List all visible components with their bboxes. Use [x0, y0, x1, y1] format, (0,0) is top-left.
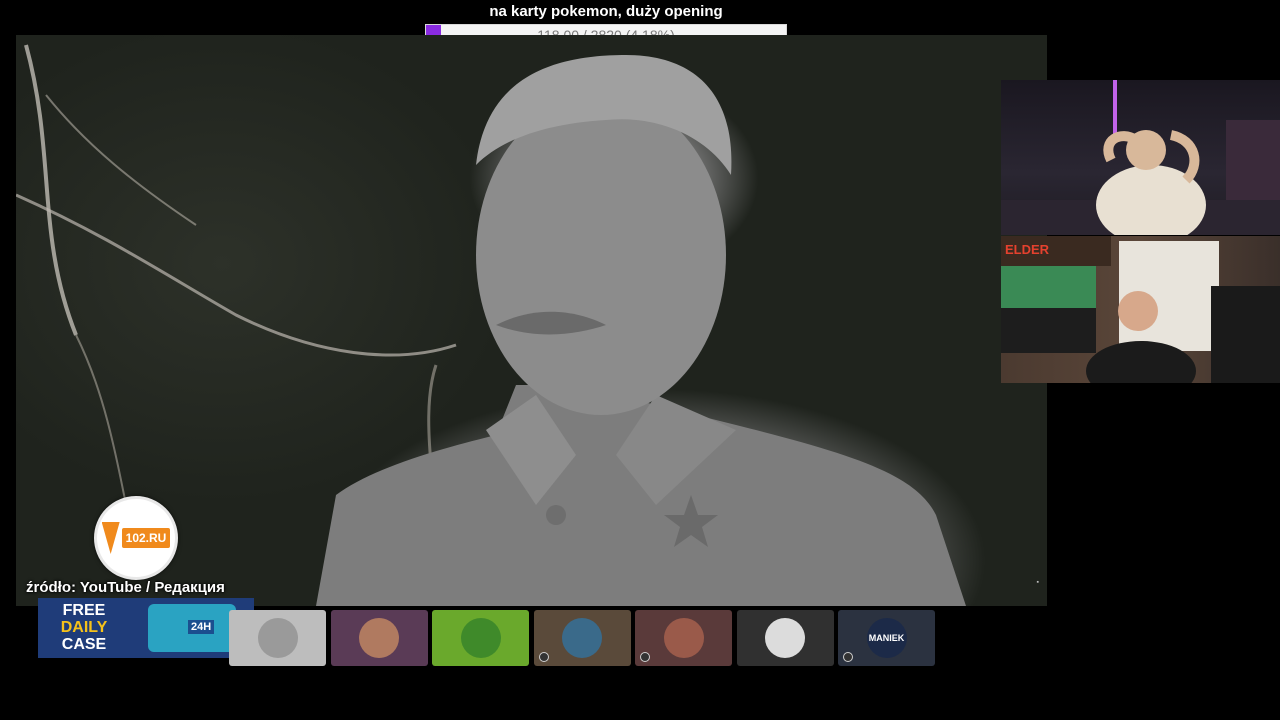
bottom-strip: FREE DAILY CASE 24H MANIEK: [0, 598, 1280, 668]
viewer-tile-woman[interactable]: [736, 610, 834, 666]
ad-line-free: FREE: [62, 602, 106, 619]
viewer-tile-car[interactable]: [229, 610, 326, 666]
ad-text: FREE DAILY CASE: [44, 602, 124, 653]
pixel-character-avatar-icon: [562, 618, 602, 658]
tile-badge-icon: [640, 652, 650, 662]
webcam-top-scene: [1001, 80, 1280, 235]
source-caption: źródło: YouTube / Редакция: [26, 579, 225, 596]
goal-title: na karty pokemon, duży opening: [489, 3, 723, 20]
tile-badge-icon: [538, 652, 549, 662]
tile-badge-icon: [843, 652, 853, 662]
bald-head-avatar-icon: [359, 618, 399, 658]
pepe-avatar-icon: [460, 618, 501, 658]
webcam-bottom-scene: ELDER: [1001, 236, 1280, 383]
video-watermark-icon: ▪: [1036, 579, 1039, 586]
webcam-top: [1001, 80, 1280, 235]
webcam-bottom: ELDER: [1001, 236, 1280, 383]
case-box-label: 24H: [188, 620, 215, 634]
woman-avatar-icon: [765, 618, 805, 658]
viewer-tile-robot[interactable]: [635, 610, 732, 666]
svg-text:ELDER: ELDER: [1005, 242, 1050, 257]
free-daily-case-ad[interactable]: FREE DAILY CASE 24H: [38, 598, 254, 658]
viewer-tile-bald-head[interactable]: [330, 610, 428, 666]
ad-line-case: CASE: [61, 636, 107, 653]
news-logo-text: 102.RU: [121, 528, 171, 548]
logo-v-icon: [101, 522, 120, 554]
viewer-tile-pepe[interactable]: [432, 610, 529, 666]
viewer-tile-maniek[interactable]: MANIEK: [838, 610, 935, 666]
ad-line-daily: DAILY: [60, 619, 108, 636]
main-video[interactable]: 102.RU źródło: YouTube / Редакция ▪: [16, 35, 1047, 606]
car-avatar-icon: [257, 618, 298, 658]
viewer-tile-pixel-character[interactable]: [533, 610, 631, 666]
maniek-avatar-icon: MANIEK: [866, 618, 907, 658]
robot-avatar-icon: [663, 618, 704, 658]
news-logo: 102.RU: [94, 496, 178, 580]
